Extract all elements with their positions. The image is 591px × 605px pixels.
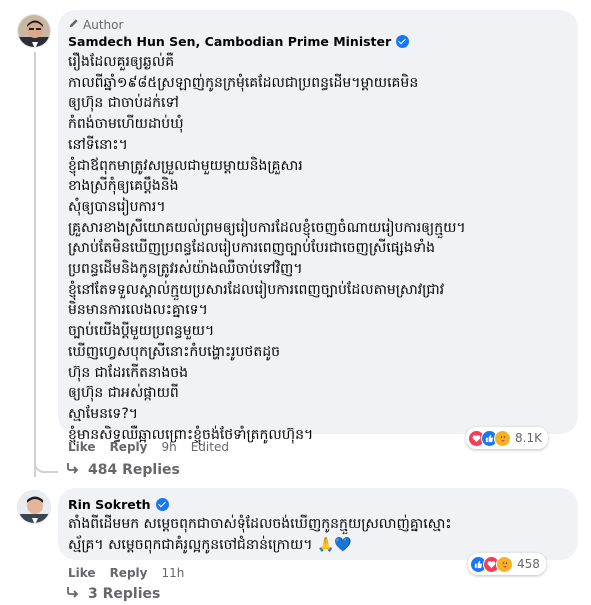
reaction-summary[interactable]: 458 <box>468 553 546 575</box>
comment-line: កាលពីឆ្នាំ១៩៨៥ស្រឡាញ់កូនក្រមុំគេដែលជាប្រ… <box>68 74 419 91</box>
comment-line: ខាងស្រីកុំឲ្យគេប្តឹងនិង <box>68 178 179 195</box>
verified-check-icon <box>396 35 410 48</box>
avatar[interactable] <box>17 14 51 48</box>
comment-actions: Like Reply 11h <box>68 566 184 580</box>
author-badge: Author <box>68 18 123 32</box>
comment-line: ខ្ញុំជាឪពុកមាត្រូវសម្រួលជាមួយម្តាយនិងគ្រ… <box>68 157 303 174</box>
view-replies-button[interactable]: 484 Replies <box>66 462 180 478</box>
reaction-count: 8.1K <box>515 431 542 445</box>
author-name-link[interactable]: Samdech Hun Sen, Cambodian Prime Ministe… <box>68 34 391 49</box>
comment-actions: Like Reply 9h Edited <box>68 440 229 454</box>
timestamp[interactable]: 11h <box>161 566 184 580</box>
comment-line: រឿងដែលគួរឲ្យឆ្ងល់គឺ <box>68 54 175 70</box>
comment-text: តាំងពីដើមមក សម្តេចពុកជាចាស់ទុំដែលចង់ឃើញក… <box>68 514 573 555</box>
thread-line <box>34 52 36 477</box>
reply-button[interactable]: Reply <box>110 440 148 454</box>
reaction-count: 458 <box>517 557 540 571</box>
replies-count-label: 3 Replies <box>88 586 161 602</box>
comment-line: ច្បាប់យើងប្តីមួយប្រពន្ធមួយ។ <box>68 323 215 340</box>
comment-line: ប្រពន្ធដើមនិងកូនត្រូវរស់យ៉ាងឈឺចាប់ទៅវិញ។ <box>68 261 303 278</box>
comment-line: តាំងពីដើមមក សម្តេចពុកជាចាស់ទុំដែលចង់ឃើញក… <box>68 516 452 532</box>
comment-thread: Author Samdech Hun Sen, Cambodian Prime … <box>0 0 591 605</box>
comment-line: គ្រួសារខាងស្រីយោគយល់ព្រមឲ្យរៀបការដែលខ្ញុ… <box>68 219 466 236</box>
author-name-link[interactable]: Rin Sokreth <box>68 497 151 512</box>
care-icon <box>496 555 513 573</box>
like-button[interactable]: Like <box>68 440 96 454</box>
comment-line: ខ្ញុំនៅតែទទួលស្គាល់ក្មួយប្រសារដែលរៀបការព… <box>68 281 445 298</box>
comment-line: កំពង់ចាមហើយដាប់ឃុំ <box>68 116 184 133</box>
comment-line: នៅទីនោះ។ <box>68 136 128 153</box>
replies-count-label: 484 Replies <box>88 462 180 478</box>
view-replies-button[interactable]: 3 Replies <box>66 586 160 602</box>
comment-line: ឲ្យហ៊ុន ជាចាប់ដក់ទៅ <box>68 95 179 112</box>
edited-label: Edited <box>190 440 229 454</box>
comment-line: សុំឲ្យបានរៀបការ។ <box>68 198 166 215</box>
comment-line: ហ៊ុន ជាដែរកើតនាងចង <box>68 364 188 381</box>
author-badge-label: Author <box>83 18 124 32</box>
like-button[interactable]: Like <box>68 566 96 580</box>
comment-line: ឃើញហ្វេសបុកស្រីនោះកំបង្ហោះរូបថតដូច <box>68 343 280 360</box>
thread-connector <box>34 455 58 473</box>
comment-author: Rin Sokreth <box>68 497 169 512</box>
reply-button[interactable]: Reply <box>110 566 148 580</box>
pen-icon <box>68 18 79 32</box>
reply-arrow-icon <box>66 462 80 478</box>
verified-check-icon <box>155 498 169 511</box>
timestamp[interactable]: 9h <box>161 440 176 454</box>
care-icon <box>494 429 511 447</box>
comment-line: ឲ្យហ៊ុន ជាអស់ផ្កាយពី <box>68 385 179 402</box>
comment-line: មិនមានការលេងលះគ្នាទេ។ <box>68 302 208 319</box>
reply-arrow-icon <box>66 586 80 602</box>
avatar[interactable] <box>17 490 51 524</box>
comment-line: ស្រាប់តែមិនឃើញប្រពន្ធដែលរៀបការពេញច្បាប់ប… <box>68 240 435 257</box>
comment-author: Samdech Hun Sen, Cambodian Prime Ministe… <box>68 34 410 49</box>
comment-line: ស្មាមែនទេ?។ <box>68 405 138 422</box>
reaction-summary[interactable]: 8.1K <box>466 427 548 449</box>
comment-text: រឿងដែលគួរឲ្យឆ្ងល់គឺកាលពីឆ្នាំ១៩៨៥ស្រឡាញ់… <box>68 52 573 445</box>
